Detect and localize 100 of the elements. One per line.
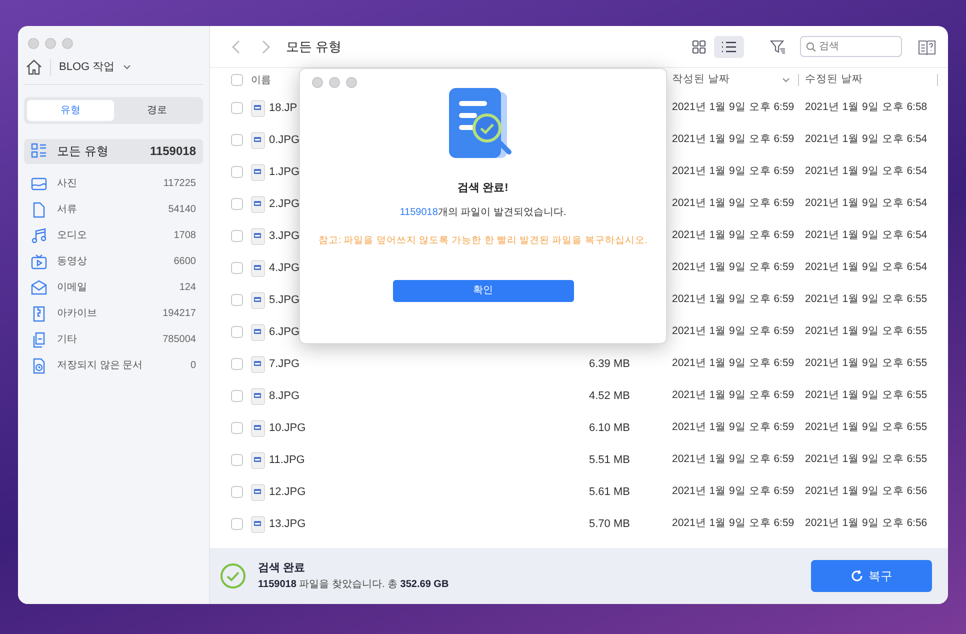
created-date: 2021년 1월 9일 오후 6:59 bbox=[672, 452, 796, 468]
image-file-icon bbox=[251, 452, 265, 468]
zoom-button[interactable] bbox=[346, 77, 357, 88]
modified-date: 2021년 1월 9일 오후 6:55 bbox=[805, 388, 928, 404]
minimize-button[interactable] bbox=[45, 38, 56, 49]
row-checkbox[interactable] bbox=[231, 294, 243, 306]
envelope-icon bbox=[31, 280, 47, 296]
row-checkbox[interactable] bbox=[231, 230, 243, 242]
filter-icon[interactable] bbox=[770, 40, 786, 54]
minimize-button[interactable] bbox=[329, 77, 340, 88]
ok-button[interactable]: 확인 bbox=[392, 280, 574, 302]
created-date: 2021년 1월 9일 오후 6:59 bbox=[672, 356, 796, 372]
modified-date: 2021년 1월 9일 오후 6:55 bbox=[805, 324, 928, 340]
image-file-icon bbox=[251, 132, 265, 148]
created-date: 2021년 1월 9일 오후 6:59 bbox=[672, 484, 796, 500]
created-date: 2021년 1월 9일 오후 6:59 bbox=[672, 516, 796, 532]
column-header[interactable]: 작성된 날짜 bbox=[672, 72, 782, 88]
image-file-icon bbox=[251, 388, 265, 404]
chevron-down-icon[interactable] bbox=[122, 64, 131, 70]
category-count: 54140 bbox=[168, 203, 196, 217]
back-icon[interactable] bbox=[232, 40, 240, 54]
created-date: 2021년 1월 9일 오후 6:59 bbox=[672, 196, 796, 212]
column-header[interactable]: 수정된 날짜 bbox=[805, 72, 937, 88]
category-count: 124 bbox=[179, 281, 196, 295]
image-file-icon bbox=[251, 516, 265, 532]
sidebar-tab[interactable]: 유형 bbox=[27, 100, 114, 120]
clock-document-icon bbox=[31, 358, 47, 374]
zoom-button[interactable] bbox=[62, 38, 73, 49]
category-label: 이메일 bbox=[57, 281, 88, 295]
row-checkbox[interactable] bbox=[231, 486, 243, 498]
category-count: 1159018 bbox=[150, 143, 196, 160]
file-size: 5.61 MB bbox=[589, 484, 631, 500]
created-date: 2021년 1월 9일 오후 6:59 bbox=[672, 420, 796, 436]
modified-date: 2021년 1월 9일 오후 6:55 bbox=[805, 356, 928, 372]
image-file-icon bbox=[251, 292, 265, 308]
category-item[interactable]: 저장되지 않은 문서 0 bbox=[24, 352, 203, 378]
file-name: 18.JP bbox=[269, 100, 298, 116]
category-item[interactable]: 사진 117225 bbox=[24, 170, 203, 196]
category-item[interactable]: 모든 유형 1159018 bbox=[24, 138, 203, 164]
archive-icon bbox=[31, 306, 47, 322]
close-button[interactable] bbox=[28, 38, 39, 49]
category-label: 저장되지 않은 문서 bbox=[57, 359, 144, 373]
status-title: 검색 완료 bbox=[258, 561, 306, 576]
modified-date: 2021년 1월 9일 오후 6:54 bbox=[805, 228, 928, 244]
modified-date: 2021년 1월 9일 오후 6:56 bbox=[805, 484, 928, 500]
row-checkbox[interactable] bbox=[231, 326, 243, 338]
file-name: 12.JPG bbox=[269, 484, 306, 500]
category-label: 모든 유형 bbox=[57, 143, 110, 160]
file-name: 6.JPG bbox=[269, 324, 300, 340]
close-button[interactable] bbox=[312, 77, 323, 88]
category-item[interactable]: 아카이브 194217 bbox=[24, 300, 203, 326]
file-name: 13.JPG bbox=[269, 516, 306, 532]
category-item[interactable]: 서류 54140 bbox=[24, 196, 203, 222]
list-view-button[interactable] bbox=[714, 36, 744, 58]
manual-icon[interactable] bbox=[918, 38, 936, 54]
file-size: 5.70 MB bbox=[589, 516, 631, 532]
sort-chevron-icon[interactable] bbox=[782, 77, 790, 83]
created-date: 2021년 1월 9일 오후 6:59 bbox=[672, 292, 796, 308]
image-file-icon bbox=[251, 164, 265, 180]
select-all-checkbox[interactable] bbox=[231, 74, 243, 86]
category-item[interactable]: 오디오 1708 bbox=[24, 222, 203, 248]
file-name: 1.JPG bbox=[269, 164, 300, 180]
home-icon[interactable] bbox=[26, 59, 42, 76]
file-name: 8.JPG bbox=[269, 388, 300, 404]
category-label: 아카이브 bbox=[57, 307, 98, 321]
search-field[interactable]: 검색 bbox=[800, 36, 902, 57]
row-checkbox[interactable] bbox=[231, 134, 243, 146]
row-checkbox[interactable] bbox=[231, 358, 243, 370]
created-date: 2021년 1월 9일 오후 6:59 bbox=[672, 132, 796, 148]
row-checkbox[interactable] bbox=[231, 102, 243, 114]
category-count: 6600 bbox=[174, 255, 196, 269]
list-icon bbox=[721, 40, 737, 52]
sidebar-tab[interactable]: 경로 bbox=[114, 100, 200, 120]
created-date: 2021년 1월 9일 오후 6:59 bbox=[672, 260, 796, 276]
file-size: 6.39 MB bbox=[589, 356, 631, 372]
refresh-icon bbox=[850, 570, 862, 582]
row-checkbox[interactable] bbox=[231, 198, 243, 210]
category-label: 서류 bbox=[57, 203, 78, 217]
recover-button[interactable]: 복구 bbox=[811, 560, 932, 592]
modified-date: 2021년 1월 9일 오후 6:54 bbox=[805, 164, 928, 180]
category-item[interactable]: 동영상 6600 bbox=[24, 248, 203, 274]
category-count: 117225 bbox=[163, 177, 196, 191]
created-date: 2021년 1월 9일 오후 6:59 bbox=[672, 324, 796, 340]
row-checkbox[interactable] bbox=[231, 518, 243, 530]
row-checkbox[interactable] bbox=[231, 454, 243, 466]
category-count: 1708 bbox=[174, 229, 196, 243]
modified-date: 2021년 1월 9일 오후 6:55 bbox=[805, 420, 928, 436]
row-checkbox[interactable] bbox=[231, 390, 243, 402]
modified-date: 2021년 1월 9일 오후 6:56 bbox=[805, 516, 928, 532]
image-file-icon bbox=[251, 260, 265, 276]
row-checkbox[interactable] bbox=[231, 166, 243, 178]
category-item[interactable]: 이메일 124 bbox=[24, 274, 203, 300]
category-item[interactable]: 기타 785004 bbox=[24, 326, 203, 352]
image-file-icon bbox=[251, 484, 265, 500]
created-date: 2021년 1월 9일 오후 6:59 bbox=[672, 228, 796, 244]
forward-icon[interactable] bbox=[262, 40, 270, 54]
check-circle-icon bbox=[220, 563, 246, 589]
row-checkbox[interactable] bbox=[231, 262, 243, 274]
row-checkbox[interactable] bbox=[231, 422, 243, 434]
modified-date: 2021년 1월 9일 오후 6:54 bbox=[805, 260, 928, 276]
